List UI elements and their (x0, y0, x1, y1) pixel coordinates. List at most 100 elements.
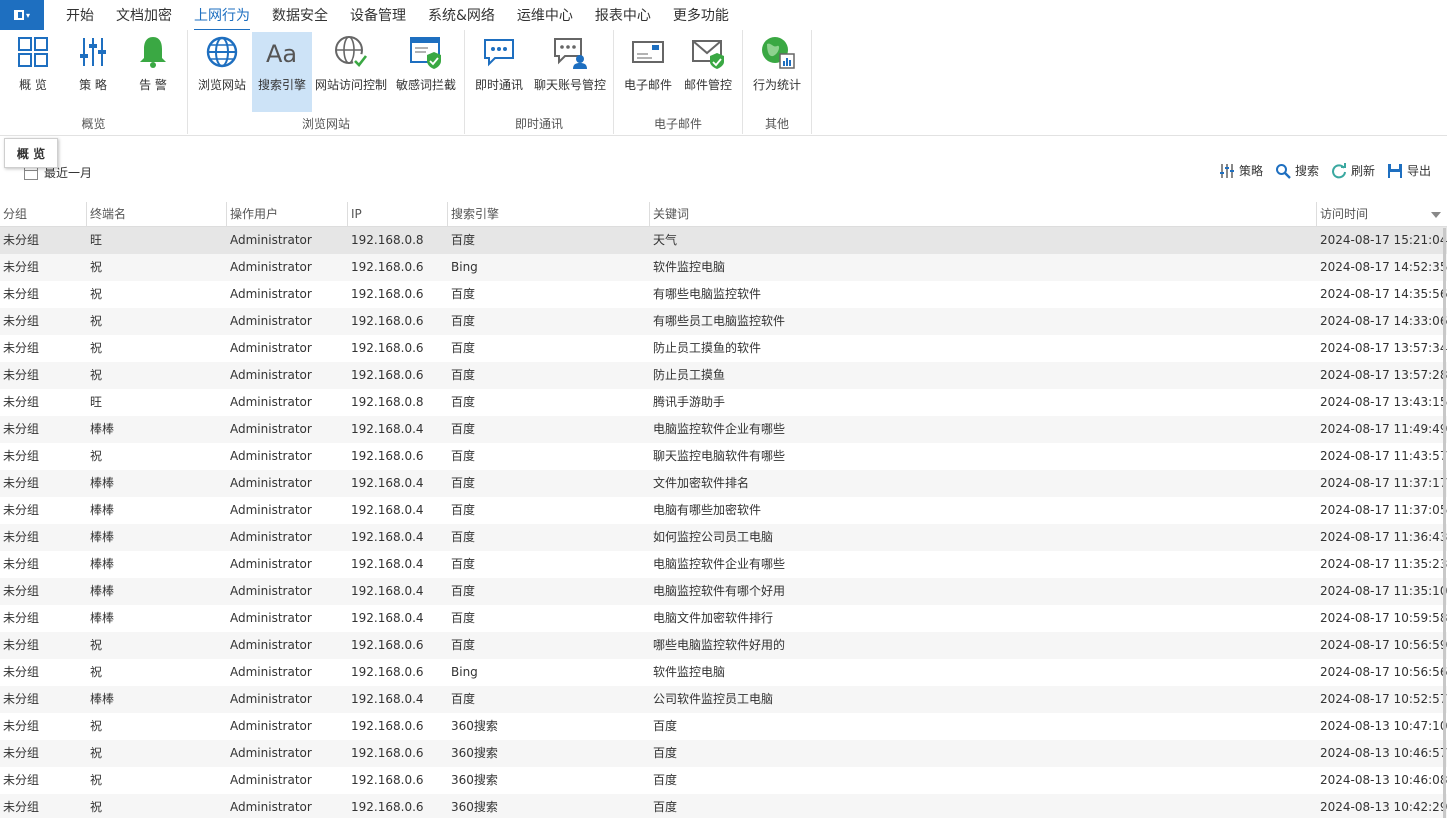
search-button[interactable]: 搜索 (1275, 162, 1319, 179)
table-row[interactable]: 未分组 祝 Administrator 192.168.0.6 360搜索 百度 2024-… (0, 740, 1447, 767)
alert-button[interactable]: 告 警 (126, 32, 180, 110)
cell-visit-time: 2024-08-17 11:37:17 (1320, 476, 1447, 490)
cell-user: Administrator (230, 368, 312, 382)
column-header-terminal[interactable]: 终端名 (87, 202, 227, 226)
cell-ip: 192.168.0.6 (351, 368, 424, 382)
cell-terminal: 旺 (90, 233, 103, 247)
cell-search-engine: 百度 (451, 611, 476, 625)
svg-text:Aa: Aa (266, 40, 297, 68)
table-row[interactable]: 未分组 棒棒 Administrator 192.168.0.4 百度 公司软件监控员工电… (0, 686, 1447, 713)
cell-keyword: 百度 (653, 800, 678, 814)
column-header-user[interactable]: 操作用户 (227, 202, 348, 226)
cell-keyword: 电脑监控软件有哪个好用 (653, 584, 786, 598)
table-row[interactable]: 未分组 祝 Administrator 192.168.0.6 百度 有哪些员工电脑监控软… (0, 308, 1447, 335)
cell-ip: 192.168.0.4 (351, 584, 424, 598)
cell-keyword: 有哪些员工电脑监控软件 (653, 314, 786, 328)
sensitive-word-block-button[interactable]: 敏感词拦截 (394, 32, 458, 110)
app-menu-icon (13, 10, 24, 20)
cell-keyword: 公司软件监控员工电脑 (653, 692, 774, 706)
policy-button[interactable]: 策 略 (66, 32, 120, 110)
table-row[interactable]: 未分组 棒棒 Administrator 192.168.0.4 百度 文件加密软件排名 2… (0, 470, 1447, 497)
instant-messaging-button[interactable]: 即时通讯 (471, 32, 527, 110)
policy-toolbar-button[interactable]: 策略 (1219, 162, 1263, 179)
ribbon-group-label: 概览 (81, 117, 106, 131)
email-button[interactable]: 电子邮件 (620, 32, 676, 110)
menu-item-report-center[interactable]: 报表中心 (595, 1, 651, 29)
email-card-icon (632, 41, 664, 63)
cell-keyword: 防止员工摸鱼 (653, 368, 726, 382)
website-access-control-button[interactable]: 网站访问控制 (314, 32, 388, 110)
export-button[interactable]: 导出 (1387, 162, 1431, 179)
table-row[interactable]: 未分组 祝 Administrator 192.168.0.6 Bing 软件监控电脑 20… (0, 254, 1447, 281)
table-row[interactable]: 未分组 祝 Administrator 192.168.0.6 百度 防止员工摸鱼的软件 2… (0, 335, 1447, 362)
table-row[interactable]: 未分组 祝 Administrator 192.168.0.6 Bing 软件监控电脑 20… (0, 659, 1447, 686)
column-header-group[interactable]: 分组 (0, 202, 87, 226)
globe-icon (206, 36, 238, 68)
chat-account-control-button[interactable]: 聊天账号管控 (531, 32, 609, 110)
cell-visit-time: 2024-08-17 11:35:10 (1320, 584, 1447, 598)
menu-item-data-security[interactable]: 数据安全 (272, 1, 328, 29)
table-row[interactable]: 未分组 棒棒 Administrator 192.168.0.4 百度 电脑监控软件企业有… (0, 551, 1447, 578)
cell-group: 未分组 (3, 341, 40, 355)
table-row[interactable]: 未分组 棒棒 Administrator 192.168.0.4 百度 电脑文件加密软件排… (0, 605, 1447, 632)
cell-search-engine: 百度 (451, 368, 476, 382)
cell-search-engine: 百度 (451, 530, 476, 544)
table-row[interactable]: 未分组 祝 Administrator 192.168.0.6 360搜索 百度 2024-… (0, 713, 1447, 740)
overview-tab[interactable]: 概 览 (4, 138, 58, 168)
cell-user: Administrator (230, 341, 312, 355)
table-row[interactable]: 未分组 棒棒 Administrator 192.168.0.4 百度 如何监控公司员工电… (0, 524, 1447, 551)
menu-item-system-network[interactable]: 系统&网络 (428, 1, 495, 29)
export-button-label: 导出 (1406, 164, 1431, 178)
cell-group: 未分组 (3, 287, 40, 301)
table-toolbar: 策略 搜索 刷新 导出 (1207, 162, 1431, 179)
browse-website-button-label: 浏览网站 (197, 78, 246, 92)
cell-visit-time: 2024-08-17 10:56:56 (1320, 665, 1447, 679)
cell-search-engine: 百度 (451, 287, 476, 301)
table-row[interactable]: 未分组 祝 Administrator 192.168.0.6 360搜索 百度 2024-… (0, 794, 1447, 818)
table-row[interactable]: 未分组 棒棒 Administrator 192.168.0.4 百度 电脑监控软件有哪个… (0, 578, 1447, 605)
table-row[interactable]: 未分组 棒棒 Administrator 192.168.0.4 百度 电脑监控软件企业有… (0, 416, 1447, 443)
search-button-label: 搜索 (1294, 164, 1319, 178)
column-header-ip[interactable]: IP (348, 202, 448, 226)
email-control-button[interactable]: 邮件管控 (680, 32, 736, 110)
column-header-keyword[interactable]: 关键词 (650, 202, 1317, 226)
column-header-search-engine[interactable]: 搜索引擎 (448, 202, 650, 226)
table-row[interactable]: 未分组 祝 Administrator 192.168.0.6 百度 防止员工摸鱼 2024… (0, 362, 1447, 389)
cell-user: Administrator (230, 287, 312, 301)
menu-item-internet-behavior[interactable]: 上网行为 (194, 1, 250, 31)
cell-user: Administrator (230, 530, 312, 544)
ribbon-group-label: 即时通讯 (514, 117, 563, 131)
cell-search-engine: 百度 (451, 476, 476, 490)
cell-user: Administrator (230, 233, 312, 247)
overview-button[interactable]: 概 览 (6, 32, 60, 110)
vertical-scrollbar[interactable] (1443, 228, 1446, 818)
cell-terminal: 祝 (90, 368, 103, 382)
table-row[interactable]: 未分组 棒棒 Administrator 192.168.0.4 百度 电脑有哪些加密软件… (0, 497, 1447, 524)
table-row[interactable]: 未分组 旺 Administrator 192.168.0.8 百度 腾讯手游助手 2024… (0, 389, 1447, 416)
cell-keyword: 聊天监控电脑软件有哪些 (653, 449, 786, 463)
app-menu-button[interactable]: ▾ (0, 0, 44, 30)
refresh-button[interactable]: 刷新 (1331, 162, 1375, 179)
menu-item-ops-center[interactable]: 运维中心 (517, 1, 573, 29)
cell-group: 未分组 (3, 368, 40, 382)
menu-item-more[interactable]: 更多功能 (673, 1, 729, 29)
browse-website-button[interactable]: 浏览网站 (194, 32, 250, 110)
font-aa-icon: Aa (266, 40, 297, 68)
menu-item-start[interactable]: 开始 (66, 1, 94, 29)
behavior-stats-button[interactable]: 行为统计 (749, 32, 805, 110)
cell-terminal: 祝 (90, 449, 103, 463)
table-row[interactable]: 未分组 祝 Administrator 192.168.0.6 百度 哪些电脑监控软件好用… (0, 632, 1447, 659)
cell-terminal: 棒棒 (90, 557, 115, 571)
menu-item-device-management[interactable]: 设备管理 (350, 1, 406, 29)
table-row[interactable]: 未分组 祝 Administrator 192.168.0.6 百度 聊天监控电脑软件有哪… (0, 443, 1447, 470)
menu-item-doc-encryption[interactable]: 文档加密 (116, 1, 172, 29)
cell-user: Administrator (230, 557, 312, 571)
envelope-shield-icon (692, 40, 724, 69)
table-row[interactable]: 未分组 旺 Administrator 192.168.0.8 百度 天气 2024-08-… (0, 227, 1447, 254)
cell-terminal: 棒棒 (90, 692, 115, 706)
table-row[interactable]: 未分组 祝 Administrator 192.168.0.6 360搜索 百度 2024-… (0, 767, 1447, 794)
cell-keyword: 天气 (653, 233, 678, 247)
search-engine-button[interactable]: Aa 搜索引擎 (252, 32, 312, 112)
table-row[interactable]: 未分组 祝 Administrator 192.168.0.6 百度 有哪些电脑监控软件 2… (0, 281, 1447, 308)
column-header-visit-time[interactable]: 访问时间 (1317, 202, 1447, 226)
